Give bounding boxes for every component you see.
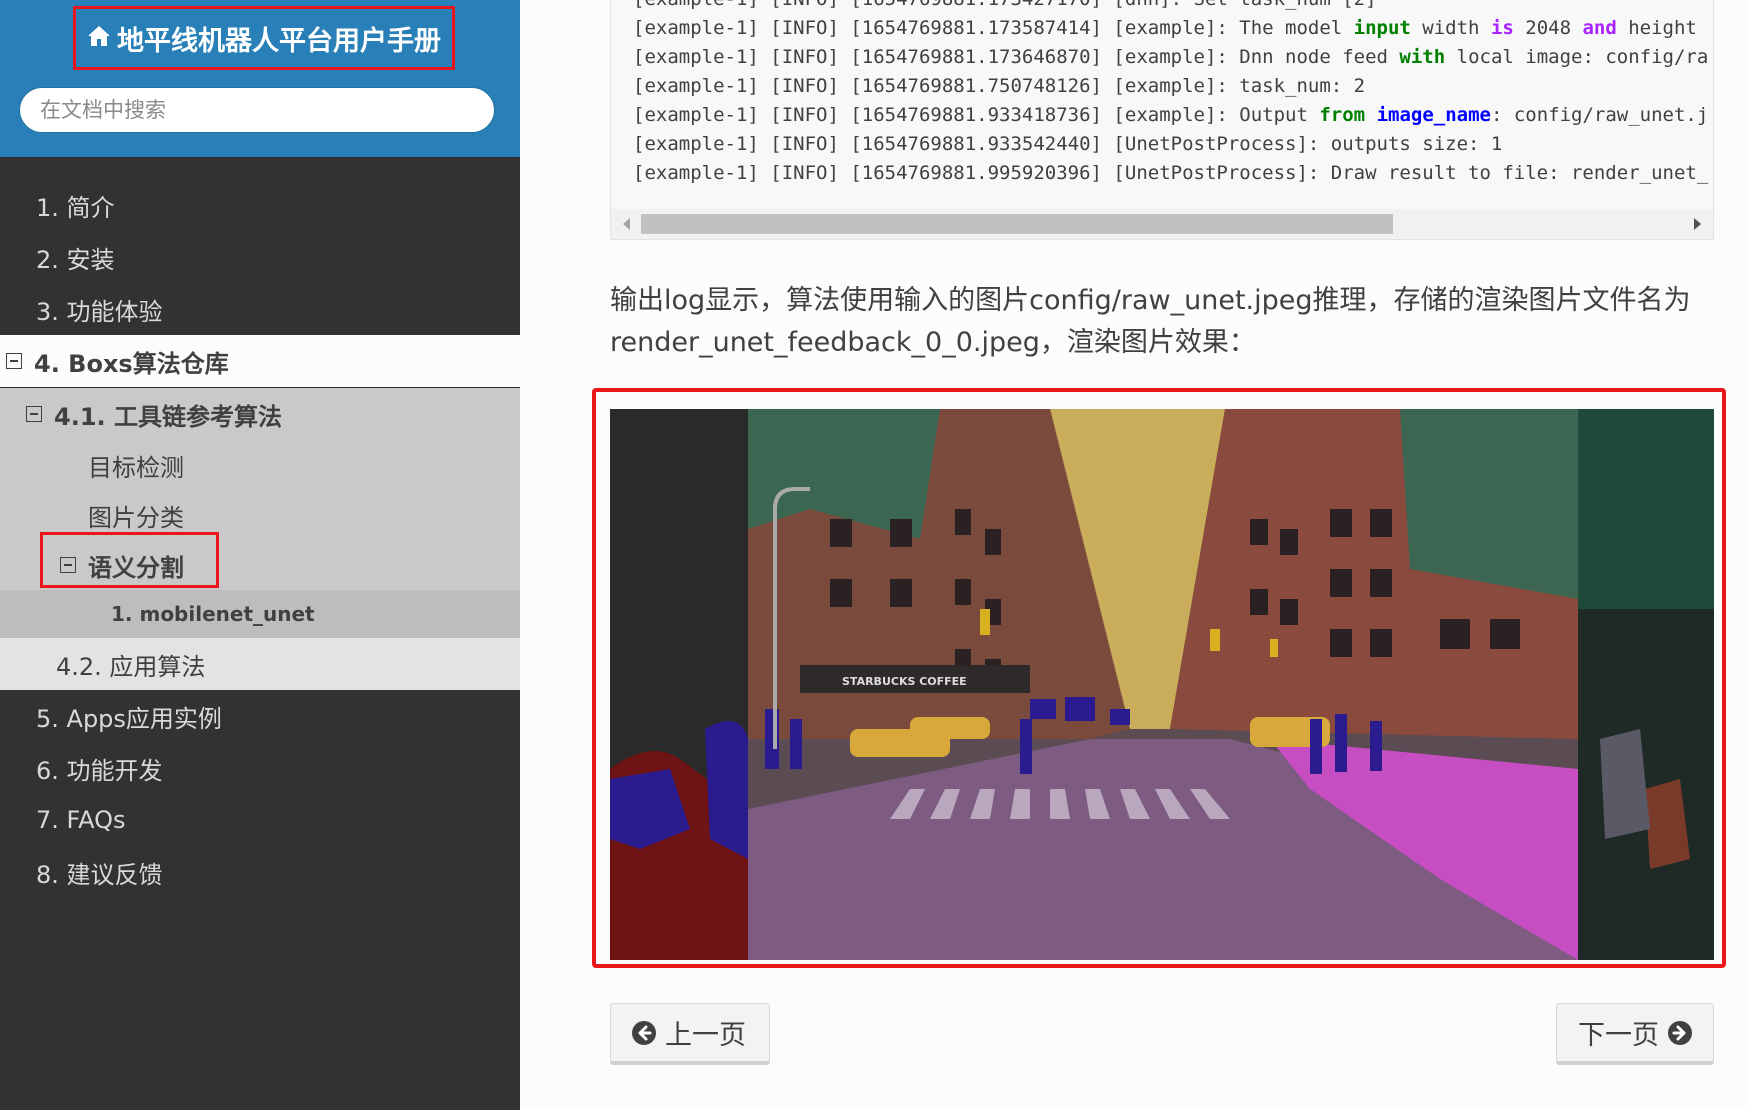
code-block: [example-1] [INFO] [1654769881.173427170… <box>610 0 1714 240</box>
segmentation-result-image: STARBUCKS COFFEE <box>610 409 1714 960</box>
collapse-icon[interactable] <box>6 353 22 369</box>
nav-item-label: 3. 功能体验 <box>36 297 163 326</box>
horizontal-scrollbar[interactable] <box>611 209 1713 239</box>
description-text: 输出log显示，算法使用输入的图片config/raw_unet.jpeg推理，… <box>610 285 1691 358</box>
nav-item-label: 8. 建议反馈 <box>36 860 163 889</box>
previous-page-button[interactable]: 上一页 <box>610 1003 770 1065</box>
search-input[interactable] <box>19 87 495 133</box>
arrow-right-circle-icon <box>1668 1020 1692 1045</box>
next-page-label: 下一页 <box>1578 1020 1659 1051</box>
nav-item-faqs[interactable]: 7. FAQs <box>0 794 520 846</box>
nav-item-label: 1. 简介 <box>36 193 115 222</box>
nav-item-label: 图片分类 <box>88 503 184 532</box>
code-line: [example-1] [INFO] [1654769881.933542440… <box>633 133 1503 155</box>
code-line: [example-1] [INFO] [1654769881.995920396… <box>633 162 1709 184</box>
scroll-right-icon[interactable] <box>1694 218 1701 230</box>
nav-item-label: 1. mobilenet_unet <box>111 602 315 626</box>
segmentation-highlight-box <box>40 532 219 588</box>
nav-item-dev[interactable]: 6. 功能开发 <box>0 742 520 794</box>
home-icon <box>87 23 111 54</box>
code-lines: [example-1] [INFO] [1654769881.173427170… <box>633 0 1708 188</box>
previous-page-label: 上一页 <box>665 1020 746 1051</box>
segmentation-render: STARBUCKS COFFEE <box>610 409 1714 960</box>
nav-item-features[interactable]: 3. 功能体验 <box>0 283 520 335</box>
nav-item-detection[interactable]: 目标检测 <box>0 440 520 490</box>
nav-item-install[interactable]: 2. 安装 <box>0 231 520 283</box>
code-line: [example-1] [INFO] [1654769881.173587414… <box>633 17 1697 39</box>
arrow-left-circle-icon <box>632 1020 656 1045</box>
nav-item-apps[interactable]: 5. Apps应用实例 <box>0 690 520 742</box>
nav-item-label: 5. Apps应用实例 <box>36 704 222 733</box>
collapse-icon[interactable] <box>26 406 42 422</box>
nav-item-toolchain[interactable]: 4.1. 工具链参考算法 <box>0 388 520 440</box>
nav-item-app-algorithms[interactable]: 4.2. 应用算法 <box>0 638 520 690</box>
nav-item-label: 目标检测 <box>88 453 184 482</box>
scroll-left-icon[interactable] <box>623 218 630 230</box>
home-link[interactable]: 地平线机器人平台用户手册 <box>73 6 455 70</box>
code-line: [example-1] [INFO] [1654769881.750748126… <box>633 75 1366 97</box>
nav-item-label: 6. 功能开发 <box>36 756 163 785</box>
storefront-sign: STARBUCKS COFFEE <box>842 675 967 688</box>
site-title: 地平线机器人平台用户手册 <box>117 25 441 57</box>
sidebar-header: 地平线机器人平台用户手册 <box>0 0 520 157</box>
code-line: [example-1] [INFO] [1654769881.173646870… <box>633 46 1709 68</box>
nav-item-feedback[interactable]: 8. 建议反馈 <box>0 846 520 898</box>
code-line: [example-1] [INFO] [1654769881.933418736… <box>633 104 1709 126</box>
nav-item-intro[interactable]: 1. 简介 <box>0 179 520 231</box>
nav-item-label: 4.1. 工具链参考算法 <box>54 402 282 431</box>
sidebar: 地平线机器人平台用户手册 1. 简介 2. 安装 3. 功能体验 4. Boxs… <box>0 0 520 1110</box>
nav-item-boxs[interactable]: 4. Boxs算法仓库 <box>0 335 520 387</box>
nav-item-label: 2. 安装 <box>36 245 115 274</box>
nav-item-label: 4. Boxs算法仓库 <box>34 349 229 378</box>
scrollbar-thumb[interactable] <box>641 214 1393 234</box>
nav-item-mobilenet-unet[interactable]: 1. mobilenet_unet <box>0 590 520 638</box>
nav-item-label: 4.2. 应用算法 <box>56 652 206 681</box>
nav-item-label: 7. FAQs <box>36 806 126 834</box>
next-page-button[interactable]: 下一页 <box>1556 1003 1714 1065</box>
code-line: [example-1] [INFO] [1654769881.173427170… <box>633 0 1377 10</box>
